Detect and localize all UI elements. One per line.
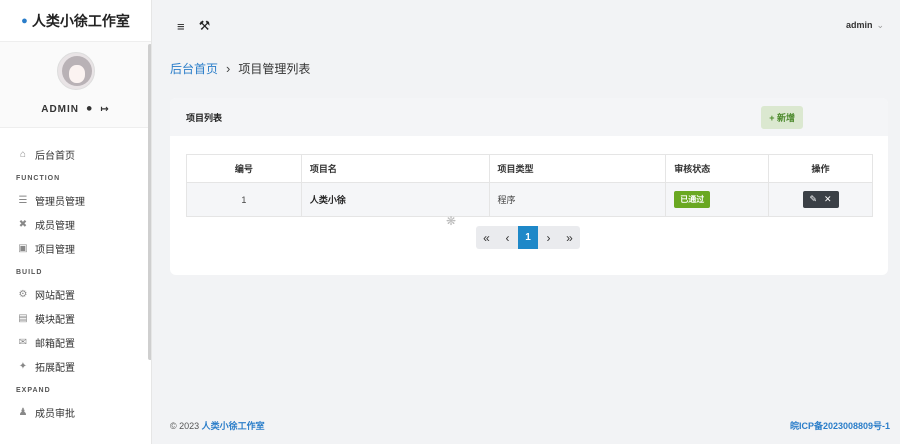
mail-icon: ✉ — [18, 336, 28, 348]
section-expand: EXPAND — [16, 387, 51, 394]
user-menu-label: admin — [845, 20, 873, 30]
section-function: FUNCTION — [16, 175, 61, 182]
sidebar-item-members[interactable]: ✖ 成员管理 — [0, 212, 151, 236]
chevron-right-icon: › — [226, 61, 231, 76]
column-header-id[interactable]: 编号 — [186, 154, 302, 183]
breadcrumb-home[interactable]: 后台首页 — [170, 60, 218, 77]
pagination: « ‹ 1 › » — [476, 226, 580, 249]
page-next-button[interactable]: › — [538, 226, 559, 249]
sidebar-item-label: 邮箱配置 — [35, 338, 75, 350]
sidebar-scrollbar[interactable] — [148, 44, 151, 360]
sidebar-item-dashboard[interactable]: ⌂ 后台首页 — [0, 142, 151, 166]
menu-toggle-icon[interactable]: ≡ — [177, 19, 185, 34]
user-profile: ADMIN ⚫ ↦ — [0, 42, 151, 128]
project-list-card: 项目列表 + 新增 编号 项目名 项目类型 审核状态 操作 1 人类小徐 程序 — [170, 98, 888, 275]
card-header: 项目列表 + 新增 — [170, 98, 888, 136]
row-actions: ✎ ✕ — [802, 191, 839, 208]
close-icon[interactable]: ✕ — [824, 194, 832, 205]
breadcrumb-current: 项目管理列表 — [238, 62, 311, 76]
cell-actions: ✎ ✕ — [768, 182, 873, 217]
column-header-status[interactable]: 审核状态 — [665, 154, 770, 183]
cell-id: 1 — [186, 182, 302, 217]
list-icon: ☰ — [18, 194, 28, 206]
loading-spinner-icon: ❋ — [446, 214, 457, 228]
sidebar-item-label: 后台首页 — [35, 150, 75, 162]
sidebar-item-admins[interactable]: ☰ 管理员管理 — [0, 188, 151, 212]
profile-username: ADMIN — [41, 104, 79, 115]
icp-link[interactable]: 皖ICP备2023008809号-1 — [790, 419, 890, 432]
cell-status: 已通过 — [665, 182, 770, 217]
card-title: 项目列表 — [186, 112, 223, 123]
breadcrumb: 后台首页 › 项目管理列表 — [170, 60, 310, 77]
add-project-button[interactable]: + 新增 — [761, 105, 803, 129]
sidebar-brand[interactable]: ● 人类小徐工作室 — [0, 0, 151, 42]
sidebar-item-label: 模块配置 — [35, 314, 75, 326]
footer-copyright: © 2023 — [170, 421, 200, 431]
table-header-row: 编号 项目名 项目类型 审核状态 操作 — [186, 154, 873, 183]
tools-icon: ✖ — [18, 218, 28, 230]
fire-icon: ● — [21, 14, 28, 27]
plugin-icon: ✦ — [18, 360, 28, 372]
footer-brand-link[interactable]: 人类小徐工作室 — [202, 421, 265, 431]
page-current-button[interactable]: 1 — [518, 226, 538, 249]
sidebar: ● 人类小徐工作室 ADMIN ⚫ ↦ ⌂ 后台首页 FUNCTION ☰ 管理员管… — [0, 0, 152, 444]
page-last-button[interactable]: » — [559, 226, 580, 249]
folder-icon: ▤ — [18, 312, 28, 324]
chevron-down-icon: ⌄ — [876, 20, 884, 30]
sidebar-item-member-approval[interactable]: ♟ 成员审批 — [0, 400, 151, 424]
wrench-icon[interactable]: ⚒ — [199, 18, 211, 34]
column-header-type[interactable]: 项目类型 — [488, 154, 667, 183]
page-prev-button[interactable]: ‹ — [497, 226, 518, 249]
fire-icon[interactable]: ⚫ — [85, 104, 94, 115]
sidebar-item-module-config[interactable]: ▤ 模块配置 — [0, 306, 151, 330]
home-icon: ⌂ — [19, 148, 27, 160]
topbar: ≡ ⚒ admin ⌄ — [153, 0, 900, 52]
cell-type: 程序 — [488, 182, 667, 217]
user-menu[interactable]: admin ⌄ — [846, 20, 884, 31]
brand-name: 人类小徐工作室 — [31, 12, 130, 29]
avatar[interactable] — [56, 52, 95, 90]
sidebar-item-label: 成员审批 — [35, 408, 75, 420]
footer: © 2023 人类小徐工作室 皖ICP备2023008809号-1 — [170, 419, 890, 432]
database-icon: ▣ — [18, 242, 28, 254]
cell-name: 人类小徐 — [300, 182, 490, 217]
sidebar-item-projects[interactable]: ▣ 项目管理 — [0, 236, 151, 260]
sidebar-item-label: 拓展配置 — [35, 362, 75, 374]
cogs-icon: ⚙ — [18, 288, 28, 300]
sidebar-item-site-config[interactable]: ⚙ 网站配置 — [0, 282, 151, 306]
section-build: BUILD — [16, 269, 43, 276]
edit-icon[interactable]: ✎ — [810, 194, 818, 205]
sidebar-item-label: 项目管理 — [35, 244, 75, 256]
column-header-name[interactable]: 项目名 — [300, 154, 490, 183]
status-badge: 已通过 — [674, 191, 711, 208]
logout-icon[interactable]: ↦ — [100, 104, 109, 115]
page-first-button[interactable]: « — [476, 226, 497, 249]
sidebar-menu: ⌂ 后台首页 FUNCTION ☰ 管理员管理 ✖ 成员管理 ▣ 项目管理 BUILD … — [0, 128, 151, 424]
column-header-actions: 操作 — [768, 154, 873, 183]
sidebar-item-label: 管理员管理 — [35, 196, 85, 208]
sidebar-item-mail-config[interactable]: ✉ 邮箱配置 — [0, 330, 151, 354]
sidebar-item-label: 网站配置 — [35, 290, 75, 302]
sidebar-item-plugin-config[interactable]: ✦ 拓展配置 — [0, 354, 151, 378]
sidebar-item-label: 成员管理 — [35, 220, 75, 232]
user-plus-icon: ♟ — [18, 406, 28, 418]
table-row: 1 人类小徐 程序 已通过 ✎ ✕ — [186, 182, 873, 217]
project-table: 编号 项目名 项目类型 审核状态 操作 1 人类小徐 程序 已通过 ✎ ✕ — [186, 154, 873, 217]
